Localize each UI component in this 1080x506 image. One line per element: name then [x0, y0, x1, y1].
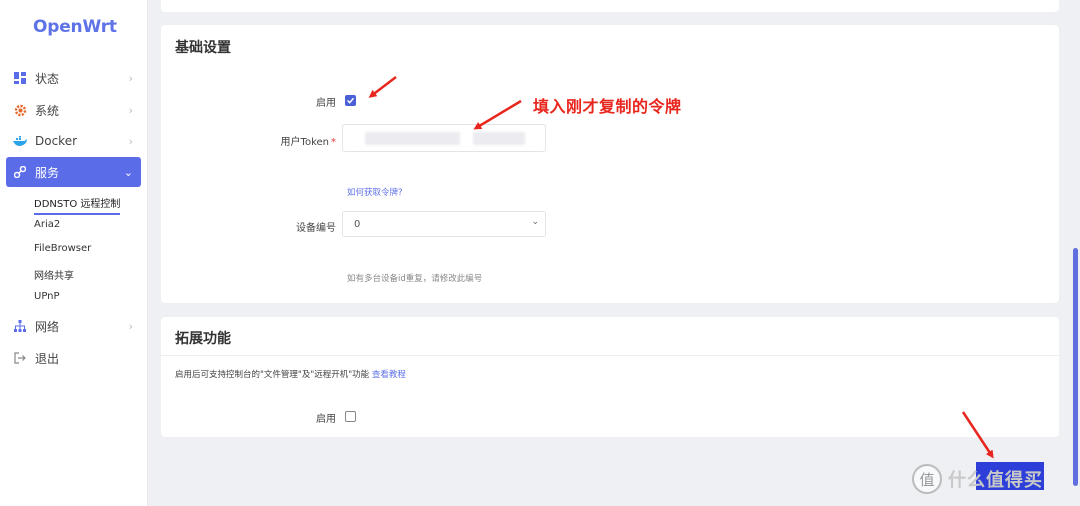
- watermark-logo-icon: 值: [912, 464, 942, 494]
- annotation-text: 填入刚才复制的令牌: [533, 97, 682, 116]
- arrow-to-save: [961, 411, 994, 459]
- arrow-to-token: [473, 99, 522, 130]
- annotation-arrows: [368, 76, 994, 459]
- watermark: 值 什么值得买: [912, 463, 1052, 495]
- watermark-text: 什么值得买: [948, 470, 1043, 491]
- arrow-to-enable: [368, 76, 397, 98]
